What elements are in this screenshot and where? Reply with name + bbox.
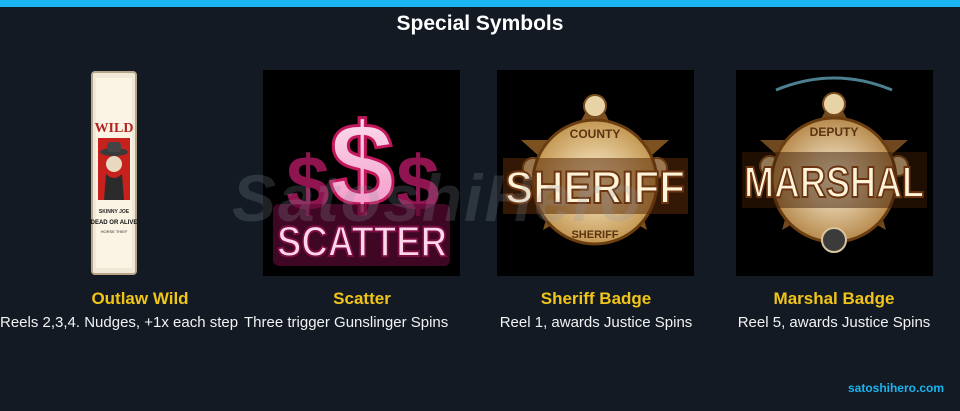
poster-line2: DEAD OR ALIVE <box>91 220 138 226</box>
symbol-desc-sheriff-badge: Reel 1, awards Justice Spins <box>499 314 693 331</box>
sheriff-ring-top: COUNTY <box>570 127 621 141</box>
sheriff-ring-bottom: SHERIFF <box>571 229 618 241</box>
poster-line3: HORSE THIEF <box>101 229 128 234</box>
symbol-name-marshal-badge: Marshal Badge <box>773 289 895 308</box>
sheriff-art-label: SHERIFF <box>505 162 685 213</box>
sheriff-badge-symbol-image: COUNTY SHERIFF SHERIFF <box>497 70 694 276</box>
outlaw-wild-symbol-image: WILD SKINNY JOE DEAD OR ALIVE HORSE THIE… <box>90 70 138 276</box>
scatter-symbol-image: $ $ $ SCATTER <box>263 70 460 276</box>
symbol-name-scatter: Scatter <box>333 289 391 308</box>
symbol-name-sheriff-badge: Sheriff Badge <box>540 289 652 308</box>
marshal-badge-symbol-image: DEPUTY MARSHAL <box>736 70 933 276</box>
symbol-desc-marshal-badge: Reel 5, awards Justice Spins <box>737 314 931 331</box>
site-credit-link[interactable]: satoshihero.com <box>848 381 944 395</box>
symbol-desc-scatter: Three trigger Gunslinger Spins <box>244 314 449 331</box>
poster-wild-text: WILD <box>95 121 134 136</box>
marshal-art-label: MARSHAL <box>744 158 924 207</box>
symbol-name-outlaw-wild: Outlaw Wild <box>91 289 189 308</box>
top-accent-bar <box>0 0 960 7</box>
marshal-ring-top: DEPUTY <box>810 125 859 139</box>
poster-line1: SKINNY JOE <box>99 209 130 215</box>
scatter-art-label: SCATTER <box>277 218 447 266</box>
page-title: Special Symbols <box>396 12 564 35</box>
symbol-desc-outlaw-wild: Reels 2,3,4. Nudges, +1x each step <box>0 314 239 331</box>
